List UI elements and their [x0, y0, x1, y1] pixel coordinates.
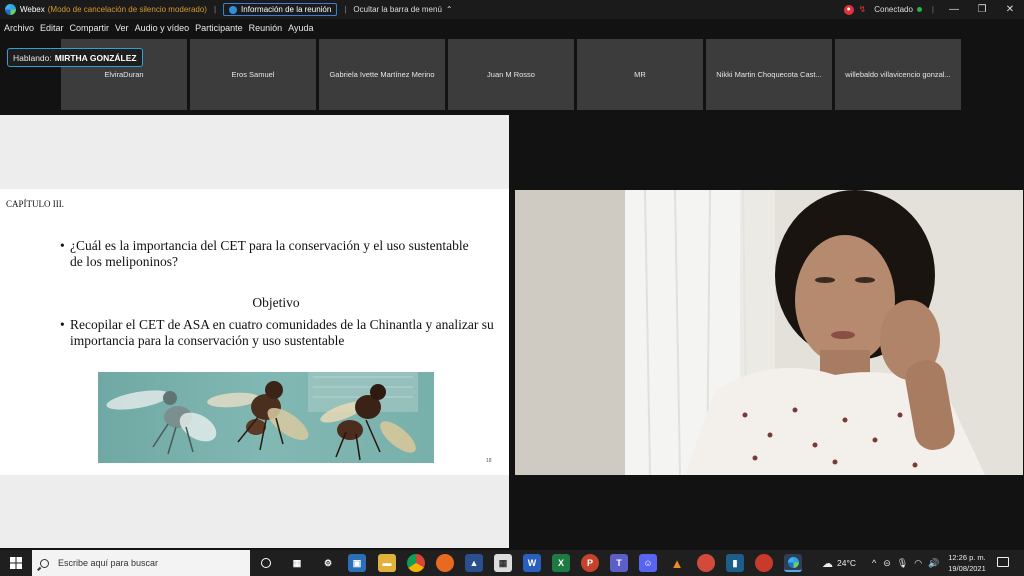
chevron-up-icon[interactable]: ^: [872, 558, 876, 568]
signal-icon: ↯: [858, 4, 867, 14]
app-name: Webex: [20, 5, 45, 14]
participant-tile[interactable]: Nikki Martin Choquecota Cast...: [706, 39, 832, 110]
clock-date: 19/08/2021: [948, 564, 986, 573]
cloud-icon: ☁: [822, 557, 833, 570]
speaker-name: MIRTHA GONZÁLEZ: [54, 52, 137, 63]
powerpoint-icon[interactable]: P: [581, 554, 599, 572]
vlc-icon[interactable]: ▲: [668, 554, 686, 572]
webex-taskbar-icon[interactable]: [784, 554, 802, 572]
participant-tile[interactable]: Juan M Rosso: [448, 39, 574, 110]
menu-bar: Archivo Editar Compartir Ver Audio y víd…: [0, 19, 1024, 37]
search-icon: [40, 558, 49, 568]
calculator-icon[interactable]: ▦: [494, 554, 512, 572]
restore-button[interactable]: ❐: [968, 4, 996, 15]
menu-ver[interactable]: Ver: [115, 23, 129, 33]
title-bar-right: ● ↯ Conectado | — ❐ ✕: [843, 0, 1024, 19]
menu-archivo[interactable]: Archivo: [4, 23, 34, 33]
menu-ayuda[interactable]: Ayuda: [288, 23, 313, 33]
sync-icon[interactable]: ⊝: [883, 558, 891, 569]
menu-editar[interactable]: Editar: [40, 23, 64, 33]
photos-app-icon[interactable]: ▣: [348, 554, 366, 572]
menu-compartir[interactable]: Compartir: [70, 23, 110, 33]
task-view-icon[interactable]: ▦: [288, 554, 306, 572]
close-button[interactable]: ✕: [996, 4, 1024, 15]
chevron-up-icon: ⌃: [445, 5, 453, 14]
info-icon: [229, 5, 238, 14]
taskbar-clock[interactable]: 12:26 p. m. 19/08/2021: [944, 552, 990, 574]
windows-logo-icon: [10, 557, 22, 569]
participant-tile[interactable]: MR: [577, 39, 703, 110]
participant-tile[interactable]: willebaldo villavicencio gonzal...: [835, 39, 961, 110]
participant-strip: ElviraDuran Eros Samuel Gabriela Ivette …: [0, 37, 1024, 113]
objective-title: Objetivo: [252, 295, 300, 310]
webex-logo-icon: [5, 4, 16, 15]
temperature: 24°C: [837, 558, 856, 568]
presentation-slide: CAPÍTULO III. • ¿Cuál es la importancia …: [0, 189, 509, 475]
objective-bullet: • Recopilar el CET de ASA en cuatro comu…: [60, 317, 500, 349]
search-placeholder: Escribe aquí para buscar: [58, 558, 159, 568]
app-icon-globe[interactable]: [755, 554, 773, 572]
wifi-icon[interactable]: ◠: [914, 558, 922, 569]
hide-menu-bar-button[interactable]: Ocultar la barra de menú ⌃: [353, 5, 452, 14]
weather-widget[interactable]: ☁ 24°C: [822, 550, 856, 576]
file-explorer-icon[interactable]: ▬: [378, 554, 396, 572]
windows-taskbar: Escribe aquí para buscar ▦ ⚙ ▣ ▬ ▲ ▦ W X…: [0, 550, 1024, 576]
webex-meeting-window: Webex (Modo de cancelación de silencio m…: [0, 0, 1024, 576]
minimize-button[interactable]: —: [940, 4, 968, 15]
teams-icon[interactable]: T: [610, 554, 628, 572]
hide-menu-label: Ocultar la barra de menú: [353, 5, 442, 14]
cortana-icon[interactable]: [257, 554, 275, 572]
speaker-video[interactable]: [515, 190, 1023, 475]
app-icon-red[interactable]: [697, 554, 715, 572]
start-button[interactable]: [0, 550, 32, 576]
settings-gear-icon[interactable]: ⚙: [319, 554, 337, 572]
volume-icon[interactable]: 🔊: [928, 558, 939, 569]
objective-text: Recopilar el CET de ASA en cuatro comuni…: [70, 317, 494, 348]
microphone-icon[interactable]: 🎙: [897, 558, 908, 569]
menu-reunion[interactable]: Reunión: [249, 23, 283, 33]
participant-tile[interactable]: Eros Samuel: [190, 39, 316, 110]
chrome-icon[interactable]: [407, 554, 425, 572]
question-bullet: • ¿Cuál es la importancia del CET para l…: [60, 238, 480, 270]
shared-content-area: CAPÍTULO III. • ¿Cuál es la importancia …: [0, 115, 509, 548]
word-icon[interactable]: W: [523, 554, 541, 572]
chapter-heading: CAPÍTULO III.: [6, 199, 64, 209]
menu-participante[interactable]: Participante: [195, 23, 243, 33]
speaking-label: Hablando:: [13, 52, 52, 63]
slide-page-number: 18: [486, 458, 492, 464]
menu-audio-video[interactable]: Audio y vídeo: [135, 23, 190, 33]
meeting-info-button[interactable]: Información de la reunión: [223, 3, 338, 16]
connected-dot-icon: [916, 7, 922, 12]
system-tray: ^ ⊝ 🎙 ◠ 🔊: [872, 550, 939, 576]
taskbar-search-box[interactable]: Escribe aquí para buscar: [32, 550, 250, 576]
recording-icon[interactable]: ●: [843, 4, 854, 15]
bees-illustration: [98, 372, 434, 463]
connection-status: Conectado: [874, 5, 913, 14]
meeting-info-label: Información de la reunión: [241, 5, 332, 14]
active-speaker-badge: Hablando: MIRTHA GONZÁLEZ: [7, 48, 143, 67]
notification-center-icon[interactable]: [997, 557, 1009, 567]
bees-drawing: [106, 372, 418, 461]
discord-icon[interactable]: ☺: [639, 554, 657, 572]
participant-tile[interactable]: Gabriela Ivette Martínez Merino: [319, 39, 445, 110]
title-bar: Webex (Modo de cancelación de silencio m…: [0, 0, 1024, 19]
clock-time: 12:26 p. m.: [948, 553, 986, 562]
excel-icon[interactable]: X: [552, 554, 570, 572]
drive-app-icon[interactable]: ▲: [465, 554, 483, 572]
speaker-video-frame: [515, 190, 1023, 475]
noise-mode-label: (Modo de cancelación de silencio moderad…: [47, 5, 207, 14]
firefox-icon[interactable]: [436, 554, 454, 572]
question-text: ¿Cuál es la importancia del CET para la …: [70, 238, 469, 269]
app-icon-book[interactable]: ▮: [726, 554, 744, 572]
